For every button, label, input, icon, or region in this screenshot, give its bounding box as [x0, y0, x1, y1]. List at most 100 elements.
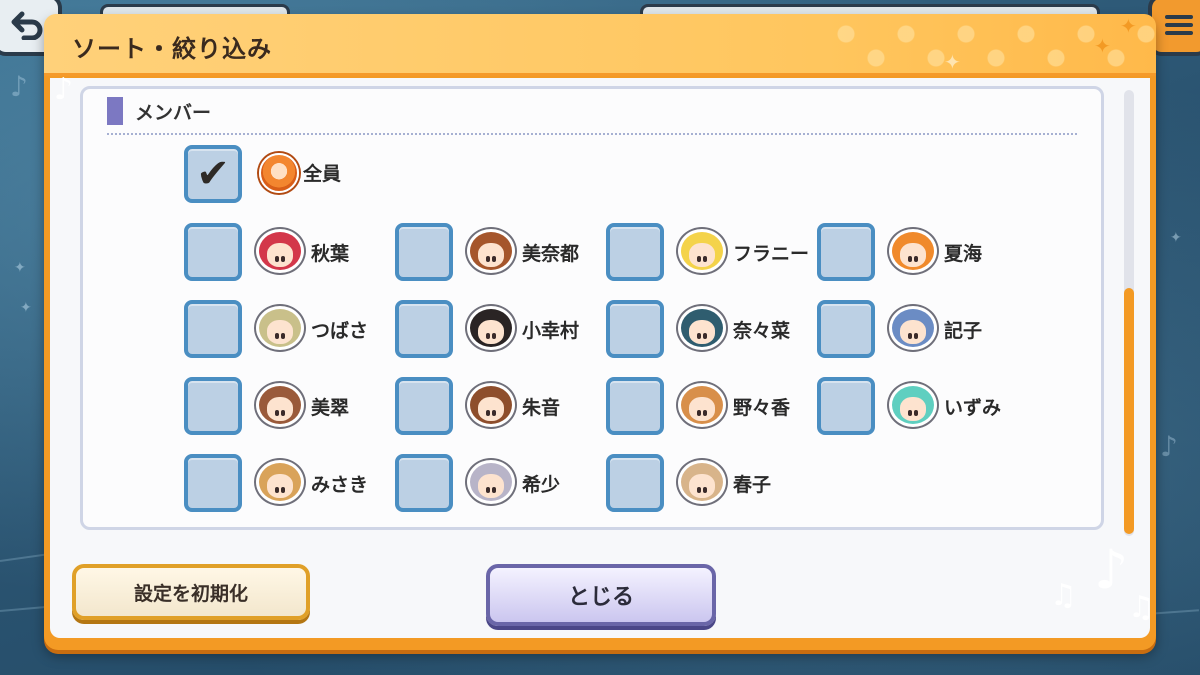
member-avatar [678, 306, 726, 350]
member-name: 小幸村 [522, 320, 580, 342]
member-avatar [678, 460, 726, 504]
avatar-face [688, 474, 716, 498]
avatar-eye [485, 256, 490, 263]
music-note-icon: ♫ [1050, 578, 1077, 613]
close-button[interactable]: とじる [486, 564, 716, 626]
section-divider [107, 133, 1077, 135]
member-checkbox[interactable] [606, 300, 664, 358]
avatar-eye [914, 256, 919, 263]
member-filter-panel: メンバー ✔ 全員 秋葉 美奈都 フラニー 夏海 つばさ 小幸村 奈々菜 記子 美翠 朱音 野々香 い… [80, 86, 1104, 530]
member-avatar [467, 460, 515, 504]
member-name: 夏海 [944, 243, 983, 265]
section-accent-bar [107, 97, 123, 125]
member-name: つばさ [311, 320, 369, 342]
bg-music-note-icon: ♪ [1160, 430, 1178, 463]
scrollbar-thumb[interactable] [1124, 288, 1134, 534]
member-avatar [256, 306, 304, 350]
avatar-face [688, 397, 716, 421]
bg-star-icon: ✦ [20, 300, 32, 316]
section-label: メンバー [135, 101, 212, 124]
avatar-face [899, 320, 927, 344]
avatar-face [266, 397, 294, 421]
sort-filter-dialog: ✦ ✦ ✦ ソート・絞り込み ♪ メンバー ✔ 全員 秋葉 美奈都 フラニー 夏海 つば… [44, 14, 1156, 650]
avatar-eye [274, 487, 279, 494]
avatar-eye [696, 410, 701, 417]
avatar-face [266, 243, 294, 267]
member-checkbox[interactable] [817, 377, 875, 435]
avatar-eye [696, 333, 701, 340]
member-avatar [889, 383, 937, 427]
member-name: 春子 [733, 474, 772, 496]
avatar-eye [492, 256, 497, 263]
avatar-face [477, 320, 505, 344]
avatar-eye [485, 333, 490, 340]
member-name: 美翠 [311, 397, 350, 419]
member-checkbox[interactable] [395, 300, 453, 358]
member-checkbox[interactable] [606, 454, 664, 512]
member-checkbox[interactable] [395, 454, 453, 512]
avatar-eye [703, 410, 708, 417]
member-name: いずみ [944, 397, 1002, 419]
member-checkbox[interactable] [817, 300, 875, 358]
avatar-eye [281, 410, 286, 417]
member-checkbox[interactable] [184, 454, 242, 512]
member-name: みさき [311, 474, 369, 496]
member-name: 希少 [522, 474, 561, 496]
reset-settings-button[interactable]: 設定を初期化 [72, 564, 310, 620]
avatar-face [899, 243, 927, 267]
music-note-icon: ♫ [1128, 590, 1155, 625]
member-checkbox[interactable] [395, 223, 453, 281]
avatar-eye [492, 410, 497, 417]
section-header: メンバー [107, 97, 211, 125]
bg-star-icon: ✦ [1170, 230, 1182, 246]
avatar-eye [696, 256, 701, 263]
avatar-eye [485, 410, 490, 417]
avatar-eye [914, 333, 919, 340]
member-checkbox[interactable] [395, 377, 453, 435]
dialog-title: ソート・絞り込み [72, 35, 272, 63]
member-avatar [256, 383, 304, 427]
avatar-face [266, 474, 294, 498]
all-members-label: 全員 [303, 163, 342, 185]
header-star-icon: ✦ [1120, 14, 1137, 38]
hamburger-icon [1165, 15, 1193, 35]
member-name: 記子 [944, 320, 983, 342]
member-checkbox[interactable] [184, 223, 242, 281]
member-name: 奈々菜 [733, 320, 791, 342]
avatar-eye [274, 256, 279, 263]
avatar-eye [281, 333, 286, 340]
member-checkbox[interactable] [184, 377, 242, 435]
avatar-eye [492, 333, 497, 340]
checkmark-icon: ✔ [196, 151, 230, 197]
avatar-eye [907, 256, 912, 263]
member-avatar [889, 306, 937, 350]
avatar-eye [274, 333, 279, 340]
member-name: 朱音 [522, 397, 561, 419]
member-avatar [256, 460, 304, 504]
member-checkbox[interactable] [184, 300, 242, 358]
member-avatar [467, 306, 515, 350]
header-star-icon: ✦ [944, 50, 961, 74]
avatar-face [477, 243, 505, 267]
header-star-icon: ✦ [1094, 34, 1111, 58]
music-note-icon: ♪ [1094, 538, 1129, 601]
avatar-eye [696, 487, 701, 494]
bg-music-note-icon: ♪ [10, 70, 28, 103]
bg-star-icon: ✦ [14, 260, 26, 276]
member-avatar [889, 229, 937, 273]
member-avatar [467, 383, 515, 427]
avatar-eye [703, 333, 708, 340]
avatar-eye [907, 410, 912, 417]
checkbox-all[interactable]: ✔ [184, 145, 242, 203]
avatar-face [266, 320, 294, 344]
avatar-eye [907, 333, 912, 340]
member-checkbox[interactable] [606, 223, 664, 281]
member-avatar [467, 229, 515, 273]
music-note-icon: ♪ [54, 72, 74, 107]
avatar-face [477, 474, 505, 498]
scrollbar[interactable] [1124, 90, 1134, 536]
member-name: フラニー [733, 243, 810, 265]
member-checkbox[interactable] [606, 377, 664, 435]
member-checkbox[interactable] [817, 223, 875, 281]
avatar-eye [281, 256, 286, 263]
